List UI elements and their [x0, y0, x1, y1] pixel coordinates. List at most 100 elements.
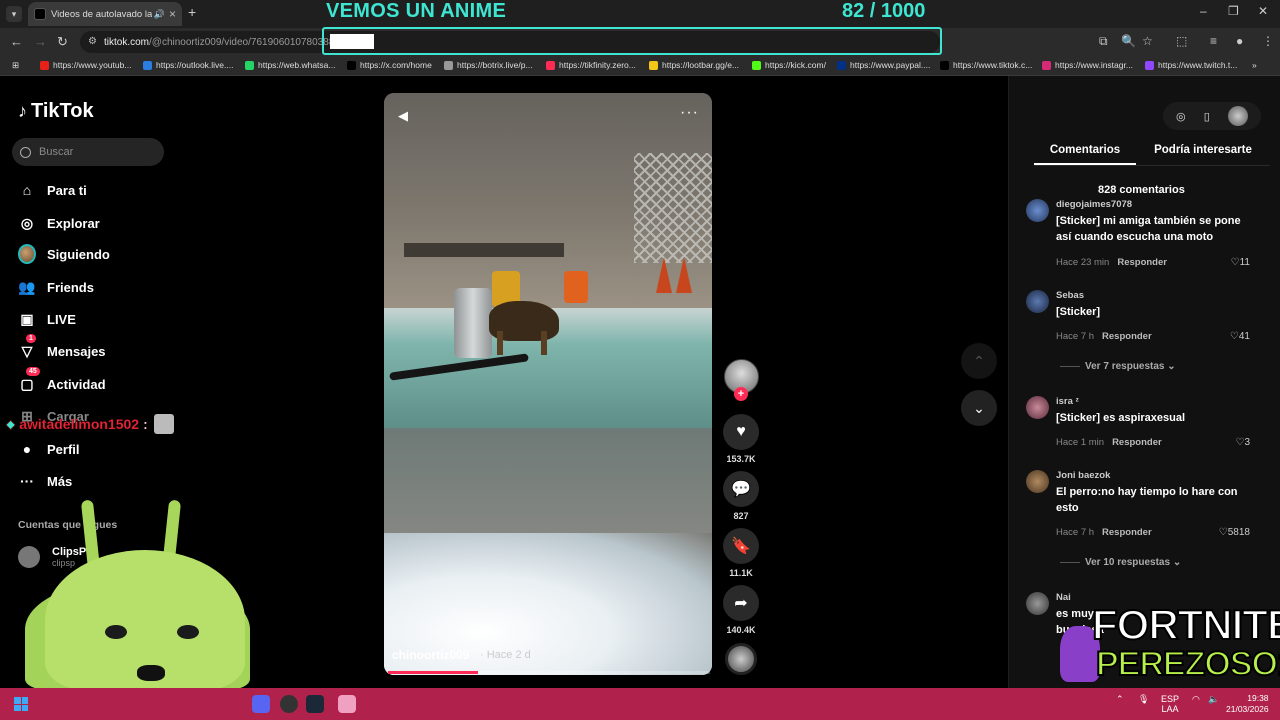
reply-button[interactable]: Responder: [1102, 331, 1152, 342]
phone-icon[interactable]: ▯: [1204, 110, 1210, 123]
video-player[interactable]: [384, 93, 712, 675]
video-author[interactable]: chinoortiz009: [392, 648, 469, 662]
browser-tab[interactable]: Videos de autolavado las te 🔊 ×: [28, 2, 182, 26]
compass-icon[interactable]: ◎: [1176, 110, 1186, 123]
view-replies-button[interactable]: Ver 7 respuestas ⌄: [1060, 361, 1176, 372]
forward-button[interactable]: →: [34, 34, 47, 49]
nav-explorar[interactable]: ◎ Explorar: [18, 214, 100, 232]
tab-podria-interesarte[interactable]: Podría interesarte: [1136, 140, 1270, 165]
tiktok-logo[interactable]: ♪ TikTok: [18, 100, 94, 123]
user-avatar[interactable]: [1227, 106, 1248, 126]
comment-like-button[interactable]: ♡3: [1235, 437, 1250, 448]
view-replies-button[interactable]: Ver 10 respuestas ⌄: [1060, 557, 1181, 568]
nav-siguiendo[interactable]: Siguiendo: [18, 244, 110, 264]
comment-like-button[interactable]: ♡11: [1231, 257, 1250, 268]
reply-button[interactable]: Responder: [1112, 437, 1162, 448]
nav-para-ti[interactable]: ⌂ Para ti: [18, 181, 87, 199]
nav-friends[interactable]: 👥 Friends: [18, 278, 94, 296]
nav-mensajes[interactable]: ▽ 1 Mensajes: [18, 334, 106, 360]
view-replies-label: Ver 10 respuestas: [1085, 557, 1171, 568]
nav-perfil[interactable]: ● Perfil: [18, 440, 80, 458]
nav-live[interactable]: ▣ LIVE: [18, 310, 76, 328]
language-indicator[interactable]: ESP LAA: [1161, 694, 1179, 714]
bookmark-item[interactable]: https://lootbar.gg/e...: [649, 60, 739, 70]
save-button[interactable]: 🔖 11.1K: [723, 528, 759, 578]
video-progress[interactable]: [388, 671, 710, 674]
video-more-icon[interactable]: ···: [680, 104, 699, 122]
tab-search-button[interactable]: ▾: [6, 6, 22, 22]
bookmarks-overflow-icon[interactable]: »: [1252, 60, 1257, 70]
avatar[interactable]: [1026, 199, 1049, 222]
back-button[interactable]: ←: [10, 34, 23, 49]
site-info-icon[interactable]: ⚙: [88, 36, 97, 47]
close-window-button[interactable]: ✕: [1258, 4, 1268, 18]
apps-icon[interactable]: ⊞: [12, 60, 19, 71]
mute-icon[interactable]: ◀︎: [398, 108, 408, 124]
comment-meta: Hace 7 h Responder: [1056, 527, 1152, 538]
follow-plus-icon[interactable]: +: [734, 387, 748, 401]
comment-like-count: 41: [1238, 331, 1250, 342]
comment-like-button[interactable]: ♡41: [1230, 331, 1250, 342]
stream-goal-bar: [322, 27, 942, 55]
bookmark-item[interactable]: https://tikfinity.zero...: [546, 60, 636, 70]
bookmark-item[interactable]: https://www.twitch.t...: [1145, 60, 1237, 70]
bookmark-item[interactable]: https://kick.com/: [752, 60, 826, 70]
maximize-button[interactable]: ❐: [1228, 4, 1239, 18]
avatar[interactable]: [1026, 396, 1049, 419]
tab-comentarios[interactable]: Comentarios: [1034, 140, 1136, 165]
volume-icon[interactable]: 🔈: [1208, 694, 1219, 705]
tab-close-icon[interactable]: ×: [169, 7, 176, 21]
nav-actividad[interactable]: ▢ 45 Actividad: [18, 367, 106, 393]
media-icon[interactable]: ≡: [1210, 34, 1217, 48]
minimize-button[interactable]: –: [1200, 4, 1207, 18]
profile-icon[interactable]: ●: [1236, 34, 1243, 48]
music-disc-icon[interactable]: [725, 643, 757, 675]
tab-audio-icon[interactable]: 🔊: [154, 9, 165, 20]
avatar[interactable]: [1026, 592, 1049, 615]
comment-button[interactable]: 💬 827: [723, 471, 759, 521]
windows-start-icon[interactable]: [14, 697, 28, 711]
avatar[interactable]: [1026, 290, 1049, 313]
taskbar-clock[interactable]: 19:38 21/03/2026: [1226, 693, 1269, 715]
bookmark-star-icon[interactable]: ☆: [1142, 34, 1153, 48]
extensions-icon[interactable]: ⬚: [1176, 34, 1187, 48]
bookmark-item[interactable]: https://x.com/home: [347, 60, 432, 70]
nav-mas[interactable]: ··· Más: [18, 472, 72, 490]
reload-button[interactable]: ↻: [57, 34, 68, 50]
search-input[interactable]: Buscar: [12, 138, 164, 166]
bookmark-item[interactable]: https://www.paypal....: [837, 60, 930, 70]
bookmark-item[interactable]: https://outlook.live....: [143, 60, 233, 70]
bookmark-item[interactable]: https://www.youtub...: [40, 60, 131, 70]
bookmark-favicon-icon: [143, 60, 152, 70]
discord-icon[interactable]: [252, 695, 270, 713]
wifi-icon[interactable]: ◠: [1192, 694, 1200, 705]
comment-user[interactable]: Nai: [1056, 592, 1071, 603]
comment-user[interactable]: Joni baezok: [1056, 470, 1110, 481]
zoom-icon[interactable]: 🔍: [1121, 34, 1136, 48]
menu-icon[interactable]: ⋮: [1262, 34, 1274, 48]
comment-user[interactable]: isra ᶻ: [1056, 396, 1079, 407]
reply-button[interactable]: Responder: [1117, 257, 1167, 268]
steam-icon[interactable]: [306, 695, 324, 713]
reply-button[interactable]: Responder: [1102, 527, 1152, 538]
comment-user[interactable]: Sebas: [1056, 290, 1084, 301]
bookmark-item[interactable]: https://botrix.live/p...: [444, 60, 533, 70]
app-icon[interactable]: [338, 695, 356, 713]
obs-icon[interactable]: [280, 695, 298, 713]
share-button[interactable]: ➦ 140.4K: [723, 585, 759, 635]
avatar[interactable]: [1026, 470, 1049, 493]
previous-video-button[interactable]: ⌃: [961, 343, 997, 379]
comment-user[interactable]: diegojaimes7078: [1056, 199, 1132, 210]
mic-icon[interactable]: 🎙: [1138, 694, 1149, 705]
bookmark-favicon-icon: [444, 60, 453, 70]
next-video-button[interactable]: ⌄: [961, 390, 997, 426]
bookmark-item[interactable]: https://web.whatsa...: [245, 60, 335, 70]
bookmark-item[interactable]: https://www.tiktok.c...: [940, 60, 1032, 70]
comment-like-button[interactable]: ♡5818: [1219, 527, 1250, 538]
bookmark-favicon-icon: [1042, 60, 1051, 70]
like-button[interactable]: ♥ 153.7K: [723, 414, 759, 464]
new-tab-button[interactable]: +: [188, 4, 196, 20]
install-icon[interactable]: ⧉: [1099, 34, 1108, 49]
bookmark-item[interactable]: https://www.instagr...: [1042, 60, 1133, 70]
tray-chevron-icon[interactable]: ⌃: [1116, 694, 1124, 705]
